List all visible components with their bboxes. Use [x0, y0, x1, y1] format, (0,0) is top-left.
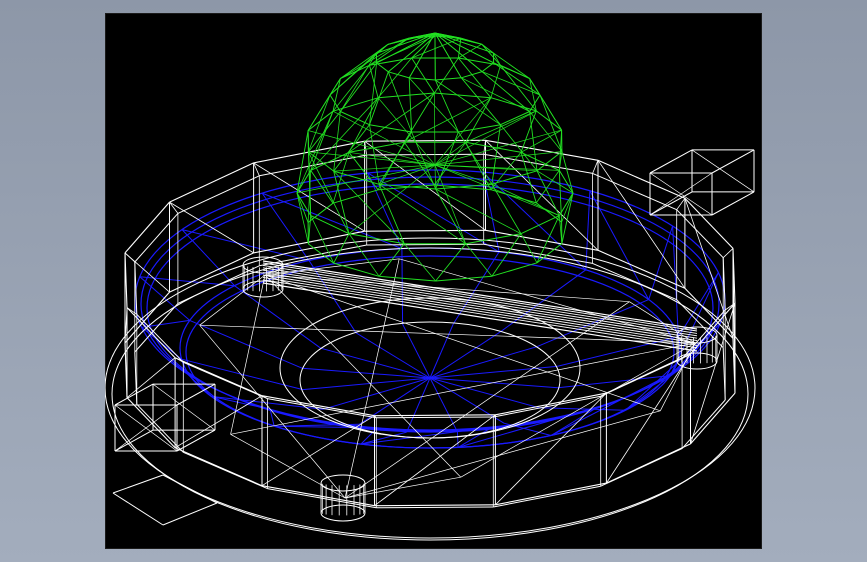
crossbeam-wireframe	[262, 260, 698, 352]
wireframe-model	[105, 32, 756, 541]
corner-boxes	[112, 149, 755, 526]
cad-window	[0, 0, 867, 562]
rim-wireframe	[105, 139, 756, 541]
cad-viewport[interactable]	[105, 13, 762, 549]
